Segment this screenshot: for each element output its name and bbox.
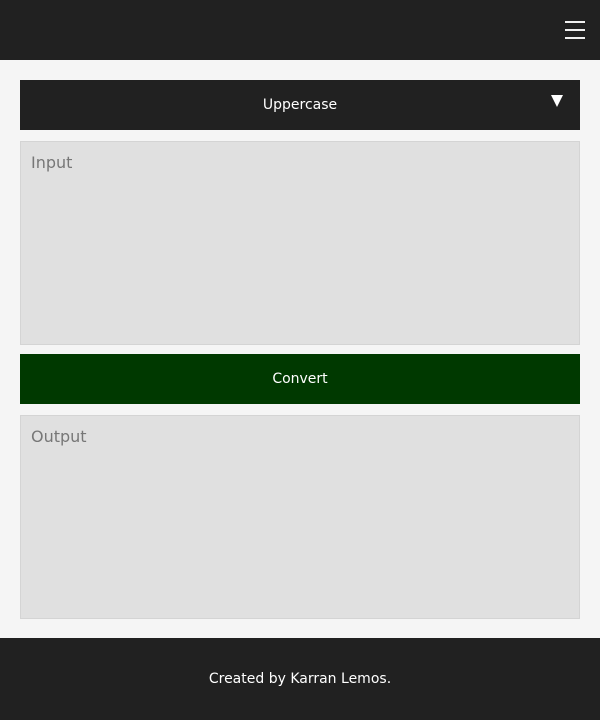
converter-panel: Uppercase Convert	[20, 80, 580, 619]
footer-prefix: Created by	[208, 671, 291, 687]
footer: Created by Karran Lemos.	[0, 638, 600, 720]
output-textarea[interactable]	[20, 415, 580, 619]
author-link[interactable]: Karran Lemos	[290, 671, 386, 687]
mode-select-value: Uppercase	[262, 97, 338, 113]
convert-button[interactable]: Convert	[20, 354, 580, 404]
menu-bar-line	[565, 29, 585, 31]
convert-button-label: Convert	[272, 371, 328, 387]
footer-suffix: .	[386, 671, 392, 687]
header-bar	[0, 0, 600, 60]
menu-bar-line	[565, 21, 585, 23]
mode-select[interactable]: Uppercase	[20, 80, 580, 130]
input-textarea[interactable]	[20, 141, 580, 345]
dropdown-arrow-icon[interactable]	[551, 95, 563, 107]
hamburger-menu-icon[interactable]	[563, 18, 587, 42]
menu-bar-line	[565, 37, 585, 39]
